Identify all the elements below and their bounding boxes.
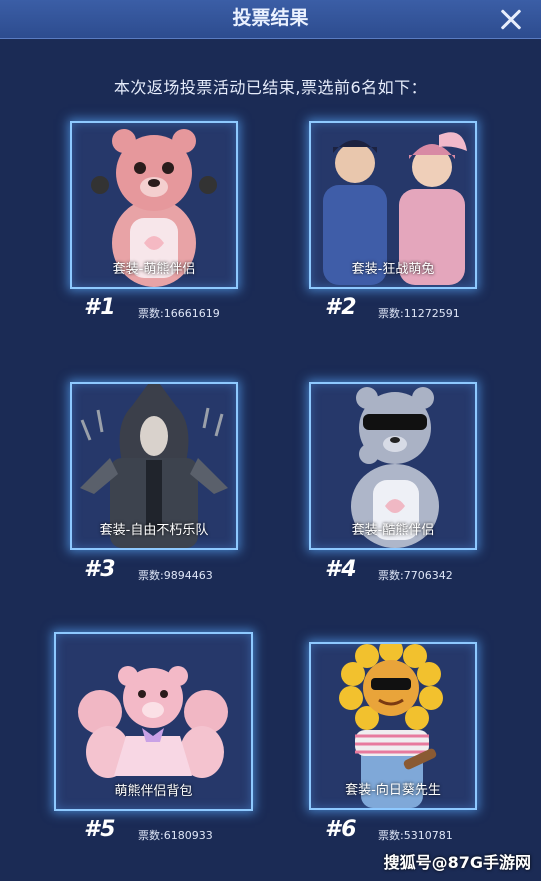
- vote-count-6: 票数:5310781: [378, 829, 453, 842]
- vote-count-1: 票数:16661619: [138, 307, 220, 320]
- vote-count-2: 票数:11272591: [378, 307, 460, 320]
- item-name-3: 套装-自由不朽乐队: [99, 523, 209, 538]
- page-title: 投票结果: [232, 7, 309, 29]
- rank-label-4: #4: [325, 557, 358, 582]
- item-card-3[interactable]: 套装-自由不朽乐队: [70, 382, 238, 550]
- item-name-6: 套装-向日葵先生: [345, 783, 441, 798]
- subtitle-text: 本次返场投票活动已结束,票选前6名如下：: [113, 78, 428, 97]
- vote-count-5: 票数:6180933: [138, 829, 213, 842]
- rank-label-5: #5: [84, 817, 117, 842]
- item-card-6[interactable]: 套装-向日葵先生: [309, 642, 477, 810]
- item-name-4: 套装-酷熊伴侣: [351, 523, 435, 538]
- vote-count-4: 票数:7706342: [378, 569, 453, 582]
- item-name-5: 萌熊伴侣背包: [114, 784, 193, 799]
- rank-label-6: #6: [325, 817, 358, 842]
- vote-count-3: 票数:9894463: [138, 569, 213, 582]
- item-card-4[interactable]: 套装-酷熊伴侣: [309, 382, 477, 550]
- item-card-2[interactable]: 套装-狂战萌兔: [309, 121, 477, 289]
- item-name-1: 套装-萌熊伴侣: [112, 262, 196, 277]
- header-bar: 投票结果: [0, 0, 541, 39]
- rank-label-2: #2: [325, 295, 358, 320]
- item-card-1[interactable]: 套装-萌熊伴侣: [70, 121, 238, 289]
- watermark-text: 搜狐号@87G手游网: [383, 853, 531, 872]
- rank-label-3: #3: [84, 557, 117, 582]
- rank-label-1: #1: [84, 295, 117, 320]
- close-icon[interactable]: [495, 4, 527, 36]
- item-card-5[interactable]: 萌熊伴侣背包: [54, 632, 253, 811]
- item-name-2: 套装-狂战萌兔: [351, 262, 435, 277]
